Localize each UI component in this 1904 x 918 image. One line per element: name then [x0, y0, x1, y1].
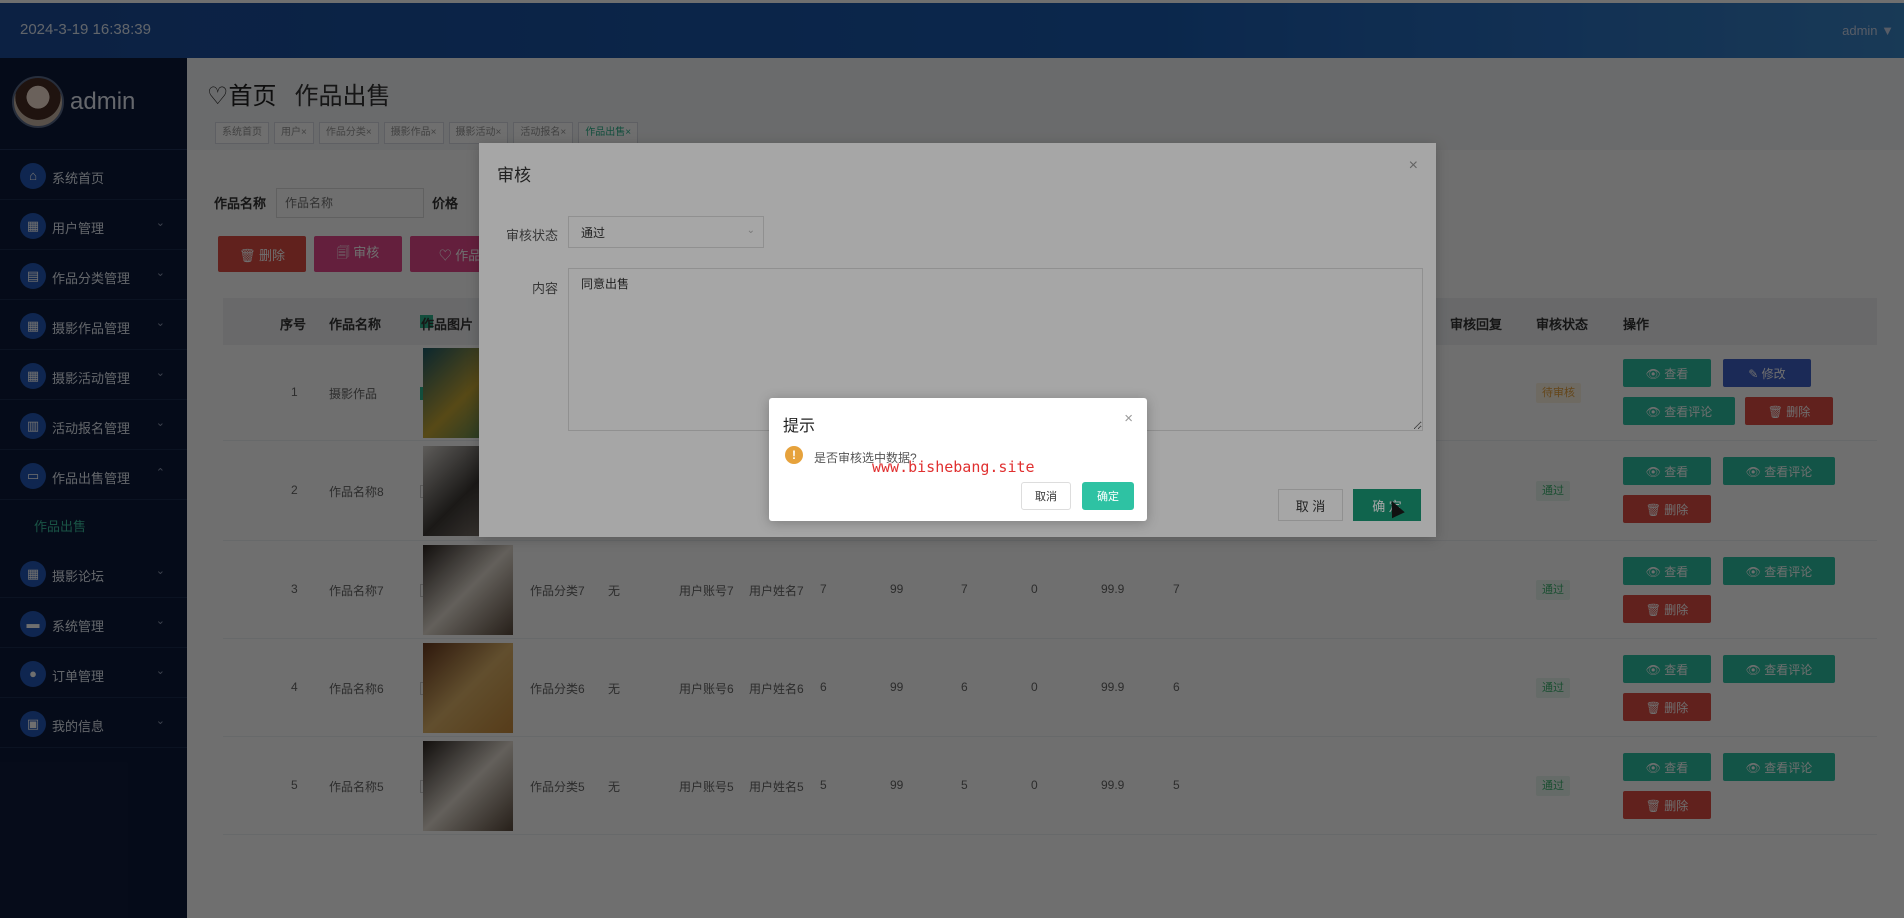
confirm-messagebox: 提示 × ! 是否审核选中数据? www.bishebang.site 取消 确… — [769, 398, 1147, 521]
watermark-text: www.bishebang.site — [872, 458, 1035, 476]
messagebox-ok-button[interactable]: 确定 — [1082, 482, 1134, 510]
messagebox-cancel-button[interactable]: 取消 — [1021, 482, 1071, 510]
close-icon[interactable]: × — [1124, 410, 1133, 427]
warning-icon: ! — [785, 446, 803, 464]
messagebox-title: 提示 — [783, 418, 816, 435]
